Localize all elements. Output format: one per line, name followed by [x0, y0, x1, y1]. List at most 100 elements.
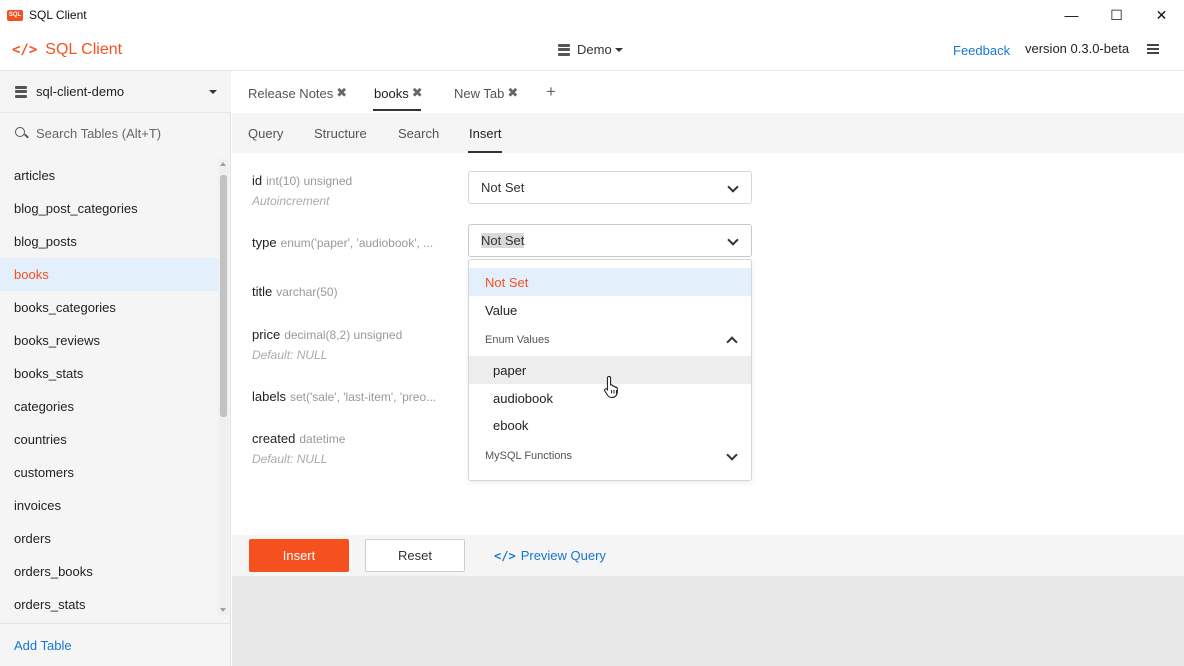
- field-name: price: [252, 327, 281, 342]
- sidebar-table-item[interactable]: customers: [0, 456, 218, 489]
- field-name: created: [252, 431, 296, 446]
- sidebar-table-item[interactable]: blog_post_categories: [0, 192, 218, 225]
- close-tab-icon[interactable]: ✖: [507, 85, 518, 101]
- chevron-up-icon: [727, 335, 736, 344]
- subtab-search[interactable]: Search: [398, 126, 439, 141]
- field-type: set('sale', 'last-item', 'preo...: [289, 390, 437, 404]
- sidebar-table-item[interactable]: orders_stats: [0, 588, 218, 621]
- type-dropdown-menu: Not Set Value Enum Values paper audioboo…: [468, 259, 752, 481]
- app-logo-icon: SQL: [7, 9, 23, 21]
- sidebar-table-item[interactable]: books: [0, 258, 218, 291]
- tab-label: New Tab: [454, 85, 505, 101]
- sidebar-footer: Add Table: [0, 623, 231, 666]
- database-selector[interactable]: sql-client-demo: [0, 71, 231, 113]
- database-icon: [558, 43, 570, 56]
- subtab-insert[interactable]: Insert: [469, 126, 502, 141]
- code-icon: </>: [12, 42, 38, 58]
- sidebar-table-item[interactable]: invoices: [0, 489, 218, 522]
- field-type: datetime: [299, 432, 346, 446]
- close-button[interactable]: ✕: [1139, 0, 1184, 30]
- field-type-row: type enum('paper', 'audiobook', ...: [252, 235, 433, 250]
- tab-bar: Release Notes ✖ books ✖ New Tab ✖ +: [232, 71, 1184, 113]
- menu-group-enum-values[interactable]: Enum Values: [469, 326, 751, 354]
- group-label: Enum Values: [485, 334, 550, 346]
- subtab-structure[interactable]: Structure: [314, 126, 367, 141]
- add-tab-button[interactable]: +: [546, 82, 556, 102]
- sidebar-table-item[interactable]: orders: [0, 522, 218, 555]
- subtab-bar: Query Structure Search Insert: [232, 113, 1184, 153]
- close-tab-icon[interactable]: ✖: [412, 85, 423, 101]
- menu-icon[interactable]: [1147, 44, 1159, 54]
- menu-item-not-set[interactable]: Not Set: [469, 268, 751, 296]
- field-name: title: [252, 284, 273, 299]
- scroll-up-icon[interactable]: [220, 162, 226, 166]
- id-value-select[interactable]: Not Set: [468, 171, 752, 204]
- scrollbar[interactable]: [218, 159, 229, 615]
- search-input[interactable]: [36, 125, 216, 141]
- tab-books[interactable]: books ✖: [374, 85, 423, 101]
- feedback-link[interactable]: Feedback: [953, 43, 1010, 58]
- sidebar-table-item[interactable]: books_reviews: [0, 324, 218, 357]
- reset-button[interactable]: Reset: [365, 539, 465, 572]
- window-titlebar: SQL SQL Client — ☐ ✕: [0, 0, 1184, 30]
- insert-button[interactable]: Insert: [249, 539, 349, 572]
- field-note: Autoincrement: [252, 194, 330, 208]
- sidebar-table-item[interactable]: articles: [0, 159, 218, 192]
- sidebar-table-item[interactable]: books_stats: [0, 357, 218, 390]
- field-id: id int(10) unsigned Autoincrement: [252, 173, 352, 208]
- table-list: articles blog_post_categories blog_posts bo…: [0, 159, 218, 621]
- hand-cursor-icon: [604, 375, 618, 398]
- menu-group-mysql-functions[interactable]: MySQL Functions: [469, 442, 751, 470]
- database-icon: [15, 85, 27, 98]
- code-icon: </>: [494, 548, 516, 563]
- sidebar-table-item[interactable]: blog_posts: [0, 225, 218, 258]
- active-tab-indicator: [373, 109, 421, 111]
- type-value-select[interactable]: Not Set: [468, 224, 752, 257]
- maximize-button[interactable]: ☐: [1094, 0, 1139, 30]
- menu-item-enum[interactable]: ebook: [469, 411, 751, 439]
- tab-label: books: [374, 85, 409, 101]
- sidebar-table-item[interactable]: books_categories: [0, 291, 218, 324]
- database-name: sql-client-demo: [36, 84, 125, 99]
- version-label: version 0.3.0-beta: [1025, 41, 1130, 56]
- close-tab-icon[interactable]: ✖: [336, 85, 347, 101]
- field-labels: labels set('sale', 'last-item', 'preo...: [252, 389, 436, 404]
- window-title: SQL Client: [29, 8, 87, 22]
- minimize-button[interactable]: —: [1049, 0, 1094, 30]
- caret-down-icon: [614, 47, 623, 52]
- tab-release-notes[interactable]: Release Notes ✖: [248, 85, 347, 101]
- action-bar: Insert Reset </> Preview Query: [232, 535, 1184, 576]
- window-controls: — ☐ ✕: [1049, 0, 1184, 30]
- field-name: id: [252, 173, 263, 188]
- sidebar-table-item[interactable]: countries: [0, 423, 218, 456]
- brand-name: SQL Client: [45, 41, 123, 58]
- table-search: [0, 113, 231, 153]
- field-created: created datetime Default: NULL: [252, 431, 345, 466]
- select-value[interactable]: Not Set: [481, 233, 525, 248]
- connection-selector[interactable]: Demo: [558, 42, 623, 57]
- preview-query-link[interactable]: </> Preview Query: [494, 548, 606, 563]
- search-icon: [15, 126, 28, 140]
- sidebar-table-item[interactable]: categories: [0, 390, 218, 423]
- field-price: price decimal(8,2) unsigned Default: NULL: [252, 327, 402, 362]
- field-type: decimal(8,2) unsigned: [284, 328, 403, 342]
- group-label: MySQL Functions: [485, 450, 573, 462]
- subtab-query[interactable]: Query: [248, 126, 283, 141]
- chevron-down-icon: [727, 451, 736, 460]
- field-note: Default: NULL: [252, 452, 328, 466]
- sidebar-table-item[interactable]: orders_books: [0, 555, 218, 588]
- field-name: type: [252, 235, 277, 250]
- brand: </> SQL Client: [12, 41, 122, 59]
- main-panel: Release Notes ✖ books ✖ New Tab ✖ + Quer…: [232, 71, 1184, 666]
- scroll-down-icon[interactable]: [220, 608, 226, 612]
- menu-item-value[interactable]: Value: [469, 296, 751, 324]
- caret-down-icon: [209, 90, 217, 94]
- preview-query-label: Preview Query: [520, 548, 606, 563]
- chevron-down-icon: [728, 236, 737, 245]
- tab-new-tab[interactable]: New Tab ✖: [454, 85, 518, 101]
- field-type: varchar(50): [276, 285, 338, 299]
- scrollbar-thumb[interactable]: [220, 175, 227, 417]
- chevron-down-icon: [728, 183, 737, 192]
- field-name: labels: [252, 389, 286, 404]
- add-table-link[interactable]: Add Table: [14, 638, 72, 653]
